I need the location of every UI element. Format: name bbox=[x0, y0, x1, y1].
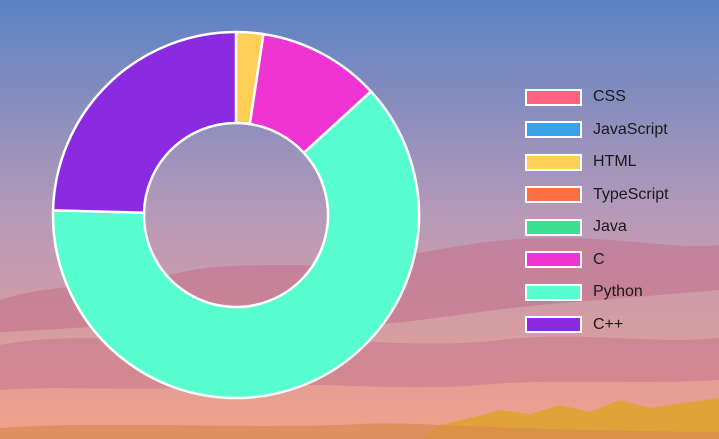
chart-legend: CSS JavaScript HTML TypeScript Java C Py… bbox=[525, 86, 669, 336]
legend-label: JavaScript bbox=[593, 120, 668, 138]
legend-swatch bbox=[525, 153, 582, 171]
legend-swatch bbox=[525, 251, 582, 268]
legend-item-html[interactable]: HTML bbox=[525, 151, 669, 173]
legend-label: Python bbox=[593, 283, 643, 300]
legend-label: Java bbox=[593, 218, 627, 235]
legend-swatch bbox=[525, 186, 582, 203]
slice-cpp[interactable] bbox=[51, 30, 238, 214]
legend-swatch bbox=[525, 316, 582, 333]
legend-swatch bbox=[525, 121, 582, 138]
legend-label: C++ bbox=[593, 315, 624, 333]
legend-item-javascript[interactable]: JavaScript bbox=[525, 119, 669, 141]
legend-label: C bbox=[593, 250, 605, 268]
legend-swatch bbox=[525, 218, 582, 236]
legend-item-cpp[interactable]: C++ bbox=[525, 314, 669, 336]
legend-swatch bbox=[525, 283, 582, 301]
legend-item-typescript[interactable]: TypeScript bbox=[525, 184, 669, 206]
slices-group bbox=[51, 30, 421, 400]
legend-item-css[interactable]: CSS bbox=[525, 86, 669, 108]
legend-label: CSS bbox=[593, 88, 626, 105]
legend-item-c[interactable]: C bbox=[525, 249, 669, 271]
legend-label: HTML bbox=[593, 153, 637, 170]
legend-item-python[interactable]: Python bbox=[525, 281, 669, 303]
legend-swatch bbox=[525, 88, 582, 106]
legend-item-java[interactable]: Java bbox=[525, 216, 669, 238]
legend-label: TypeScript bbox=[593, 185, 669, 203]
